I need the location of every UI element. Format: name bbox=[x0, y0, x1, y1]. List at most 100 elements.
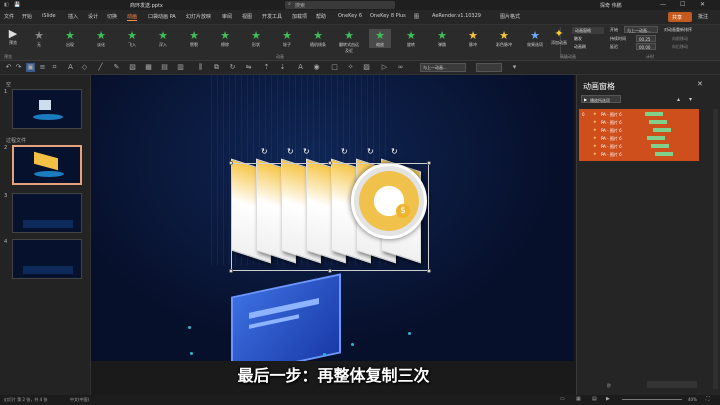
effect-wheel[interactable]: ★ 轮子 bbox=[276, 29, 298, 48]
slide-thumbnail-2[interactable] bbox=[12, 145, 82, 185]
effect-fade[interactable]: ★ 淡化 bbox=[90, 29, 112, 48]
chevron-down-icon[interactable]: ▾ bbox=[510, 63, 519, 72]
crop-icon[interactable]: ⌗ bbox=[50, 63, 59, 72]
timing-bar[interactable] bbox=[651, 144, 669, 148]
resize-handle[interactable] bbox=[427, 161, 431, 165]
slide-thumbnail-1[interactable] bbox=[12, 89, 82, 129]
maximize-icon[interactable]: ☐ bbox=[680, 1, 685, 8]
rotate-handle-icon[interactable]: ↻ bbox=[391, 147, 398, 156]
link-icon[interactable]: ∞ bbox=[396, 63, 405, 72]
animation-item[interactable]: ★ PA - 图片 6 bbox=[583, 119, 695, 126]
fill-icon[interactable]: ▧ bbox=[128, 63, 137, 72]
select-icon[interactable]: ▣ bbox=[26, 63, 35, 72]
line-icon[interactable]: ╱ bbox=[96, 63, 105, 72]
shape-icon[interactable]: ◇ bbox=[80, 63, 89, 72]
search-box[interactable]: ⌕ 搜索 bbox=[285, 1, 395, 9]
menu-help[interactable]: 帮助 bbox=[316, 13, 326, 20]
highlight-icon[interactable]: ◉ bbox=[312, 63, 321, 72]
menu-pocket-animation[interactable]: 口袋动画 PA bbox=[148, 13, 176, 20]
align-icon[interactable]: ≡ bbox=[38, 63, 47, 72]
resize-handle[interactable] bbox=[229, 269, 233, 273]
timing-bar[interactable] bbox=[653, 128, 671, 132]
section-header-2[interactable]: 过程文件 bbox=[6, 137, 26, 144]
share-button[interactable]: 共享 bbox=[668, 12, 692, 22]
effect-pulse[interactable]: ★ 脉冲 bbox=[462, 29, 484, 48]
timeline-zoom[interactable] bbox=[647, 381, 697, 388]
flip-icon[interactable]: ⇋ bbox=[244, 63, 253, 72]
timing-bar[interactable] bbox=[645, 112, 663, 116]
effect-color-pulse[interactable]: ★ 彩色脉冲 bbox=[493, 29, 515, 48]
menu-tu[interactable]: 图 bbox=[414, 13, 419, 20]
rotate-handle-icon[interactable]: ↻ bbox=[367, 147, 374, 156]
play-selected-button[interactable]: ▶ 播放所选项 bbox=[581, 95, 621, 103]
effect-shape[interactable]: ★ 形状 bbox=[245, 29, 267, 48]
pane-close-icon[interactable]: ✕ bbox=[697, 80, 703, 88]
resize-handle[interactable] bbox=[427, 269, 431, 273]
menu-developer[interactable]: 开发工具 bbox=[262, 13, 282, 20]
effect-zoom[interactable]: ★ 缩放 bbox=[369, 29, 391, 48]
rotate-handle-icon[interactable]: ↻ bbox=[287, 147, 294, 156]
timing-bar[interactable] bbox=[655, 152, 673, 156]
rotate-handle-icon[interactable]: ↻ bbox=[303, 147, 310, 156]
reading-view-icon[interactable]: ▤ bbox=[592, 396, 597, 402]
grid-icon[interactable]: ▦ bbox=[144, 63, 153, 72]
animation-item[interactable]: ★ PA - 图片 6 bbox=[583, 111, 695, 118]
resize-handle[interactable] bbox=[328, 269, 332, 273]
menu-transitions[interactable]: 切换 bbox=[107, 13, 117, 20]
start-select[interactable]: 与上一动画... bbox=[624, 26, 658, 33]
sorter-view-icon[interactable]: ▦ bbox=[576, 396, 581, 402]
picture-icon[interactable]: ▨ bbox=[362, 63, 371, 72]
timing-bar[interactable] bbox=[647, 136, 665, 140]
comments-button[interactable]: 批注 bbox=[698, 13, 708, 20]
selection-box[interactable] bbox=[231, 163, 429, 271]
slideshow-view-icon[interactable]: ▶ bbox=[606, 396, 610, 402]
slide-thumbnail-4[interactable] bbox=[12, 239, 82, 279]
pane-scrollbar[interactable] bbox=[713, 109, 718, 389]
menu-picture-format[interactable]: 图片格式 bbox=[500, 13, 520, 20]
move-earlier-button[interactable]: 向前移动 bbox=[672, 36, 688, 42]
preview-button[interactable]: ▶ 预览 bbox=[2, 27, 24, 46]
send-back-icon[interactable]: ⇣ bbox=[278, 63, 287, 72]
effect-grow-turn[interactable]: ★ 翻转式由远及近 bbox=[338, 29, 360, 54]
effect-random-bars[interactable]: ★ 随机线条 bbox=[307, 29, 329, 48]
effect-options-button[interactable]: ★ 效果选项 bbox=[524, 29, 546, 48]
menu-view[interactable]: 视图 bbox=[242, 13, 252, 20]
animation-pane-button[interactable]: 动画窗格 bbox=[572, 27, 604, 34]
trigger-button[interactable]: 触发 bbox=[574, 36, 582, 42]
resize-handle[interactable] bbox=[229, 161, 233, 165]
rotate-handle-icon[interactable]: ↻ bbox=[341, 147, 348, 156]
effect-split[interactable]: ★ 劈裂 bbox=[183, 29, 205, 48]
menu-addins[interactable]: 加载项 bbox=[292, 13, 307, 20]
save-icon[interactable]: 💾 bbox=[14, 2, 20, 8]
duration-input[interactable]: 00.25 bbox=[636, 35, 656, 42]
animation-item[interactable]: ★ PA - 图片 6 bbox=[583, 127, 695, 134]
section-header-1[interactable]: 空 bbox=[6, 81, 11, 88]
animation-item[interactable]: ★ PA - 图片 6 bbox=[583, 151, 695, 158]
move-up-icon[interactable]: ▴ bbox=[677, 96, 680, 103]
minimize-icon[interactable]: — bbox=[660, 1, 666, 8]
menu-home[interactable]: 开始 bbox=[22, 13, 32, 20]
move-down-icon[interactable]: ▾ bbox=[689, 96, 692, 103]
redo-icon[interactable]: ↷ bbox=[14, 63, 23, 72]
font-color-icon[interactable]: A bbox=[296, 63, 305, 72]
effect-float-in[interactable]: ★ 浮入 bbox=[152, 29, 174, 48]
effect-wipe[interactable]: ★ 擦除 bbox=[214, 29, 236, 48]
slide-canvas[interactable]: $ ↻ ↻ ↻ ↻ ↻ ↻ bbox=[91, 75, 574, 361]
rotate-icon[interactable]: ↻ bbox=[228, 63, 237, 72]
outline-icon[interactable]: □ bbox=[330, 63, 339, 72]
resize-handle[interactable] bbox=[328, 161, 332, 165]
menu-insert[interactable]: 插入 bbox=[68, 13, 78, 20]
duration-quick-input[interactable] bbox=[476, 63, 502, 72]
pen-icon[interactable]: ✎ bbox=[112, 63, 121, 72]
move-later-button[interactable]: 向后移动 bbox=[672, 44, 688, 50]
timing-bar[interactable] bbox=[649, 120, 667, 124]
menu-onekey6[interactable]: OneKey 6 bbox=[338, 13, 362, 19]
bring-front-icon[interactable]: ⇡ bbox=[262, 63, 271, 72]
animation-painter-button[interactable]: 动画刷 bbox=[574, 44, 586, 50]
effect-fly-in[interactable]: ★ 飞入 bbox=[121, 29, 143, 48]
menu-aerender[interactable]: AeRender.v1.10329 bbox=[432, 13, 481, 19]
group-icon[interactable]: ⧉ bbox=[212, 63, 221, 72]
text-icon[interactable]: A bbox=[66, 63, 75, 72]
rotate-handle-icon[interactable]: ↻ bbox=[261, 147, 268, 156]
media-icon[interactable]: ▷ bbox=[380, 63, 389, 72]
